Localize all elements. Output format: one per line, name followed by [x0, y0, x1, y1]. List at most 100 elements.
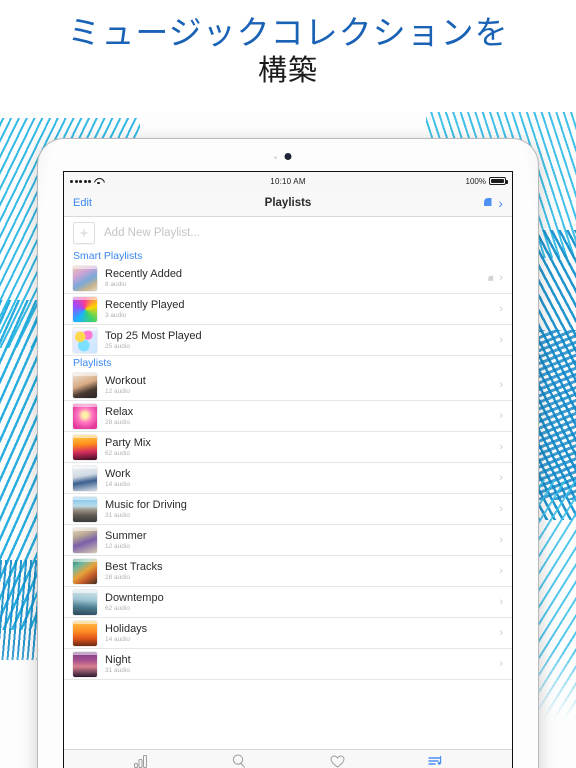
tab-bar: Charts Search Favorites — [64, 749, 512, 768]
list-item[interactable]: Party Mix 62 audio › — [64, 432, 512, 463]
list-item[interactable]: Recently Added 8 audio › — [64, 263, 512, 294]
list-item[interactable]: Music for Driving 31 audio › — [64, 494, 512, 525]
chevron-right-icon[interactable]: › — [499, 627, 503, 639]
list-item-title: Holidays — [105, 622, 148, 635]
add-new-playlist-row[interactable]: + Add New Playlist... — [64, 217, 512, 249]
bar-chart-icon — [134, 754, 147, 768]
add-new-playlist-input[interactable]: Add New Playlist... — [104, 227, 200, 239]
list-item-title: Top 25 Most Played — [105, 329, 202, 342]
chevron-right-icon[interactable]: › — [499, 534, 503, 546]
list-item[interactable]: Downtempo 62 audio › — [64, 587, 512, 618]
list-item[interactable]: Work 14 audio › — [64, 463, 512, 494]
chevron-right-icon[interactable]: › — [499, 303, 503, 315]
list-item-accessories: › — [499, 534, 503, 546]
list-item-subtitle: 12 audio — [105, 387, 130, 395]
camera-dot-icon — [284, 153, 292, 160]
heart-icon — [329, 754, 345, 768]
list-item-accessories: › — [499, 334, 503, 346]
tab-charts[interactable]: Charts — [115, 754, 167, 768]
device-screen: 10:10 AM 100% Edit Playlists › + Add New… — [63, 171, 513, 768]
playlist-artwork — [73, 403, 97, 429]
section-header-playlists: Playlists — [64, 356, 512, 370]
tab-playlists[interactable]: Playlists — [409, 755, 461, 768]
list-item-title: Work — [105, 467, 131, 480]
section-header-smart-playlists: Smart Playlists — [64, 249, 512, 263]
list-item-accessories: › — [499, 565, 503, 577]
artwork-sheet — [73, 265, 97, 269]
section-title: Playlists — [73, 357, 112, 369]
list-item-text: Party Mix 62 audio — [105, 437, 151, 457]
list-item-accessories: › — [499, 627, 503, 639]
chevron-right-icon[interactable]: › — [499, 503, 503, 515]
list-item-subtitle: 31 audio — [105, 666, 130, 674]
chevron-right-icon[interactable]: › — [499, 472, 503, 484]
list-item[interactable]: Best Tracks 28 audio › — [64, 556, 512, 587]
airplay-waveform-icon[interactable] — [482, 194, 496, 212]
tab-favorites[interactable]: Favorites — [311, 754, 363, 768]
airplay-waveform-icon[interactable] — [487, 274, 496, 282]
list-item-title: Relax — [105, 405, 134, 418]
navigation-bar: Edit Playlists › — [64, 190, 512, 217]
playlist-artwork — [73, 651, 97, 677]
chevron-right-icon[interactable]: › — [499, 272, 503, 284]
chevron-right-icon[interactable]: › — [499, 658, 503, 670]
headline-line-2: 構築 — [257, 55, 318, 88]
list-item-title: Downtempo — [105, 591, 164, 604]
list-item-text: Holidays 14 audio — [105, 623, 147, 643]
playlist-artwork — [73, 496, 97, 522]
playlist-icon — [427, 755, 441, 765]
list-item-subtitle: 62 audio — [105, 604, 130, 612]
plus-icon[interactable]: + — [73, 222, 95, 244]
list-item[interactable]: Workout 12 audio › — [64, 370, 512, 401]
list-item[interactable]: Summer 12 audio › — [64, 525, 512, 556]
list-item-title: Party Mix — [105, 436, 151, 449]
playlist-artwork — [73, 327, 97, 353]
list-item-text: Downtempo 62 audio — [105, 592, 164, 612]
list-item-subtitle: 3 audio — [105, 311, 127, 319]
list-item[interactable]: Holidays 14 audio › — [64, 618, 512, 649]
list-item-accessories: › — [499, 472, 503, 484]
list-item-subtitle: 62 audio — [105, 449, 130, 457]
list-item-title: Summer — [105, 529, 147, 542]
section-title: Smart Playlists — [73, 250, 143, 262]
playlist-artwork — [73, 296, 97, 322]
chevron-right-icon[interactable]: › — [498, 196, 503, 210]
chevron-right-icon[interactable]: › — [499, 565, 503, 577]
page-title: ミュージックコレクションを 構築 — [0, 14, 576, 90]
playlists-list[interactable]: + Add New Playlist... Smart Playlists Re… — [64, 217, 512, 749]
list-item-accessories: › — [499, 410, 503, 422]
list-item-text: Night 31 audio — [105, 654, 131, 674]
list-item-subtitle: 31 audio — [105, 511, 130, 519]
list-item-accessories: › — [487, 272, 503, 284]
chevron-right-icon[interactable]: › — [499, 334, 503, 346]
list-item-title: Recently Added — [105, 267, 183, 280]
playlist-artwork — [73, 620, 97, 646]
chevron-right-icon[interactable]: › — [499, 596, 503, 608]
playlist-artwork — [73, 372, 97, 398]
list-item[interactable]: Night 31 audio › — [64, 649, 512, 680]
artwork-sheet — [73, 296, 97, 300]
tablet-device-frame: 10:10 AM 100% Edit Playlists › + Add New… — [38, 139, 538, 768]
list-item-subtitle: 14 audio — [105, 480, 130, 488]
artwork-sheet — [73, 589, 97, 593]
headline-line-1: ミュージックコレクションを — [67, 16, 509, 52]
battery-full-icon — [489, 177, 508, 185]
chevron-right-icon[interactable]: › — [499, 441, 503, 453]
artwork-sheet — [73, 651, 97, 655]
list-item-accessories: › — [499, 503, 503, 515]
list-item-text: Recently Played 3 audio — [105, 299, 185, 319]
tab-search[interactable]: Search — [213, 754, 265, 768]
chevron-right-icon[interactable]: › — [499, 379, 503, 391]
list-item[interactable]: Relax 28 audio › — [64, 401, 512, 432]
list-item-accessories: › — [499, 596, 503, 608]
list-item-text: Work 14 audio — [105, 468, 130, 488]
artwork-sheet — [73, 372, 97, 376]
playlist-artwork — [73, 265, 97, 291]
list-item[interactable]: Top 25 Most Played 25 audio › — [64, 325, 512, 356]
list-item[interactable]: Recently Played 3 audio › — [64, 294, 512, 325]
artwork-sheet — [73, 496, 97, 500]
navbar-title: Playlists — [264, 197, 312, 209]
chevron-right-icon[interactable]: › — [499, 410, 503, 422]
list-item-subtitle: 28 audio — [105, 418, 130, 426]
list-item-text: Best Tracks 28 audio — [105, 561, 162, 581]
